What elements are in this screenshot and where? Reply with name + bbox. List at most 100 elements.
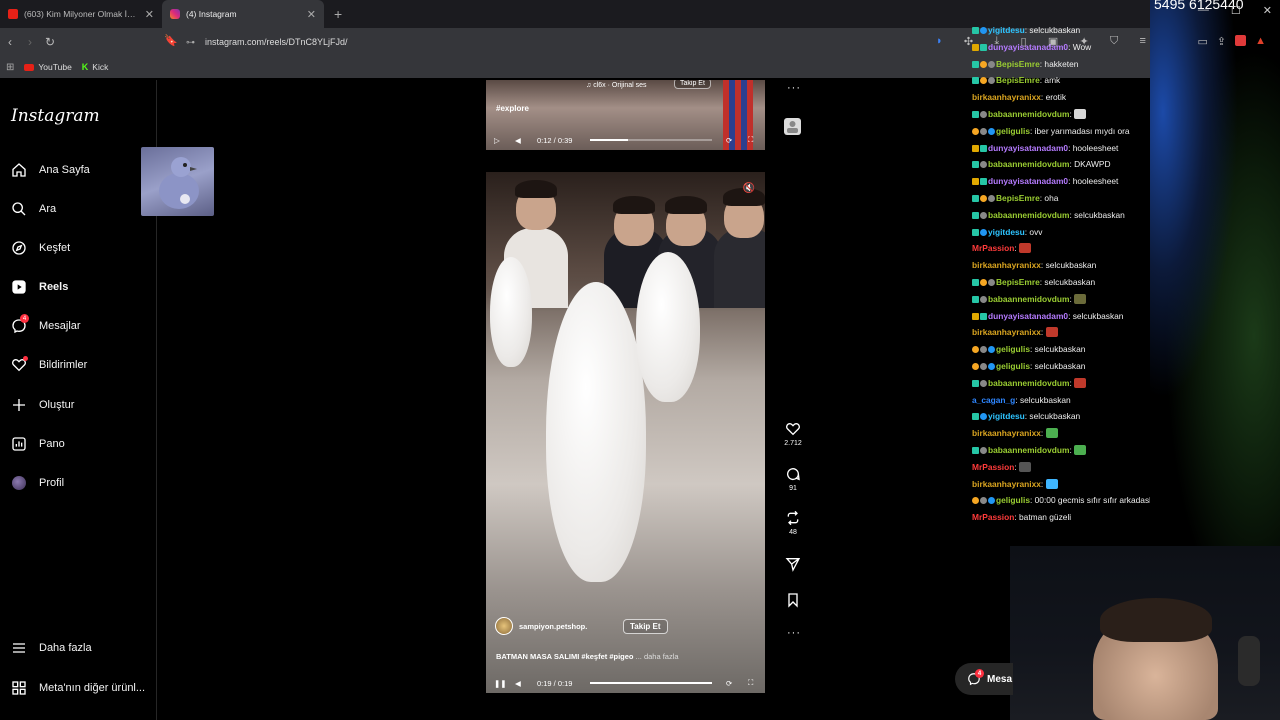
- bookmark-youtube[interactable]: YouTube: [24, 62, 72, 72]
- comment-action[interactable]: 91: [780, 466, 806, 492]
- close-tab-icon[interactable]: ✕: [145, 8, 154, 21]
- volume-icon[interactable]: ◀: [515, 136, 521, 145]
- repost-action[interactable]: 48: [780, 510, 806, 536]
- audio-thumbnail[interactable]: [784, 118, 801, 135]
- gray-badge-icon: [980, 379, 987, 387]
- chat-username[interactable]: MrPassion: [972, 243, 1014, 253]
- chat-username[interactable]: BepisEmre: [996, 75, 1040, 85]
- chat-username[interactable]: babaannemidovdum: [988, 445, 1069, 455]
- chat-username[interactable]: dunyayisatanadam0: [988, 42, 1068, 52]
- nav-notifications[interactable]: Bildirimler: [10, 353, 87, 377]
- chat-message: BepisEmre: selcukbaskan: [968, 274, 1150, 291]
- chat-username[interactable]: BepisEmre: [996, 193, 1040, 203]
- bookmark-icon[interactable]: 🔖: [164, 34, 178, 47]
- volume-icon[interactable]: ◀: [515, 679, 521, 688]
- previous-reel[interactable]: ♫ cl6x · Orijinal ses Takip Et #explore …: [486, 80, 765, 150]
- chat-username[interactable]: MrPassion: [972, 512, 1014, 522]
- chat-username[interactable]: MrPassion: [972, 462, 1014, 472]
- brave-shield-icon[interactable]: [1235, 35, 1247, 46]
- more-options-icon[interactable]: ···: [787, 82, 801, 94]
- fullscreen-icon[interactable]: ⛶: [748, 678, 753, 688]
- cast-icon[interactable]: ▭: [1197, 35, 1207, 48]
- back-icon[interactable]: ‹: [0, 35, 20, 49]
- rewards-icon[interactable]: ▲: [1255, 35, 1266, 48]
- forward-icon[interactable]: ›: [20, 35, 40, 49]
- play-icon[interactable]: ▷: [494, 136, 500, 145]
- chat-username[interactable]: a_cagan_g: [972, 395, 1015, 405]
- share-action[interactable]: [780, 556, 806, 572]
- gray-badge-icon: [988, 278, 995, 286]
- chat-username[interactable]: babaannemidovdum: [988, 378, 1069, 388]
- close-window-icon[interactable]: ✕: [1263, 4, 1272, 17]
- chat-username[interactable]: yigitdesu: [988, 25, 1025, 35]
- follow-button[interactable]: Takip Et: [674, 80, 711, 89]
- reel-caption[interactable]: BATMAN MASA SALIMI #keşfet #pigeo ... da…: [496, 652, 679, 661]
- reload-icon[interactable]: ↻: [40, 35, 60, 49]
- loop-icon[interactable]: ⟳: [726, 679, 732, 688]
- chat-username[interactable]: dunyayisatanadam0: [988, 311, 1068, 321]
- chat-username[interactable]: geligulis: [996, 344, 1030, 354]
- video-progress-bar[interactable]: [590, 139, 712, 141]
- instagram-logo[interactable]: Instagram: [11, 106, 100, 126]
- nav-explore[interactable]: Keşfet: [10, 236, 70, 260]
- author-username[interactable]: sampiyon.petshop.: [519, 622, 587, 631]
- minimize-icon[interactable]: —: [1198, 4, 1209, 17]
- chat-username[interactable]: geligulis: [996, 361, 1030, 371]
- chat-username[interactable]: BepisEmre: [996, 277, 1040, 287]
- like-action[interactable]: 2.712: [780, 421, 806, 447]
- more-options-icon[interactable]: ···: [787, 627, 801, 639]
- mute-icon[interactable]: 🔇: [743, 183, 755, 194]
- chat-username[interactable]: birkaanhayranixx: [972, 428, 1041, 438]
- nav-search[interactable]: Ara: [10, 197, 56, 221]
- reel-hashtag[interactable]: #explore: [496, 104, 529, 113]
- share-icon[interactable]: ⇪: [1217, 35, 1226, 48]
- tab-instagram[interactable]: (4) Instagram ✕: [162, 0, 324, 28]
- bookmark-kick[interactable]: K Kick: [82, 62, 109, 72]
- extension-icon[interactable]: ◗: [936, 35, 943, 48]
- apps-grid-icon[interactable]: ⊞: [6, 62, 14, 73]
- nav-home[interactable]: Ana Sayfa: [10, 158, 90, 182]
- site-info-icon[interactable]: ⊶: [186, 37, 195, 48]
- current-reel-video[interactable]: 🔇 sampiyon.petshop. Takip Et BATMAN MASA…: [486, 172, 765, 693]
- chat-username[interactable]: geligulis: [996, 126, 1030, 136]
- chat-username[interactable]: birkaanhayranixx: [972, 479, 1041, 489]
- sub-badge-icon: [980, 312, 987, 320]
- caption-more-link[interactable]: ... daha fazla: [636, 652, 679, 661]
- nav-meta[interactable]: Meta'nın diğer ürünl...: [10, 676, 145, 700]
- fullscreen-icon[interactable]: ⛶: [748, 135, 753, 145]
- chat-username[interactable]: BepisEmre: [996, 59, 1040, 69]
- chat-username[interactable]: babaannemidovdum: [988, 109, 1069, 119]
- chat-username[interactable]: babaannemidovdum: [988, 294, 1069, 304]
- chat-username[interactable]: birkaanhayranixx: [972, 260, 1041, 270]
- chat-username[interactable]: babaannemidovdum: [988, 159, 1069, 169]
- chat-message: babaannemidovdum:: [968, 291, 1150, 308]
- author-avatar[interactable]: [495, 617, 513, 635]
- save-action[interactable]: [780, 592, 806, 608]
- reel-author[interactable]: sampiyon.petshop.: [495, 617, 587, 635]
- chat-username[interactable]: geligulis: [996, 495, 1030, 505]
- nav-create[interactable]: Oluştur: [10, 393, 74, 417]
- loop-icon[interactable]: ⟳: [726, 136, 732, 145]
- follow-button[interactable]: Takip Et: [623, 619, 668, 634]
- chat-username[interactable]: dunyayisatanadam0: [988, 176, 1068, 186]
- video-progress-bar[interactable]: [590, 682, 712, 684]
- nav-profile[interactable]: Profil: [10, 471, 64, 495]
- new-tab-button[interactable]: +: [334, 6, 342, 22]
- nav-more[interactable]: Daha fazla: [10, 636, 92, 660]
- chat-username[interactable]: yigitdesu: [988, 411, 1025, 421]
- close-tab-icon[interactable]: ✕: [307, 8, 316, 21]
- nav-dashboard[interactable]: Pano: [10, 432, 65, 456]
- pause-icon[interactable]: ❚❚: [494, 679, 507, 688]
- nav-messages[interactable]: 4 Mesajlar: [10, 314, 81, 338]
- chat-username[interactable]: birkaanhayranixx: [972, 92, 1041, 102]
- chat-username[interactable]: babaannemidovdum: [988, 210, 1069, 220]
- chat-username[interactable]: yigitdesu: [988, 227, 1025, 237]
- chat-emote-icon: [1045, 428, 1058, 439]
- maximize-icon[interactable]: ☐: [1231, 4, 1241, 17]
- messages-pill[interactable]: 4 Mesa: [955, 663, 1013, 695]
- nav-reels[interactable]: Reels: [10, 275, 68, 299]
- chat-username[interactable]: birkaanhayranixx: [972, 327, 1041, 337]
- chat-username[interactable]: dunyayisatanadam0: [988, 143, 1068, 153]
- url-field[interactable]: ⊶ instagram.com/reels/DTnC8YLjFJd/: [186, 28, 348, 56]
- tab-youtube[interactable]: (603) Kim Milyoner Olmak İster? 120 ✕: [0, 0, 162, 28]
